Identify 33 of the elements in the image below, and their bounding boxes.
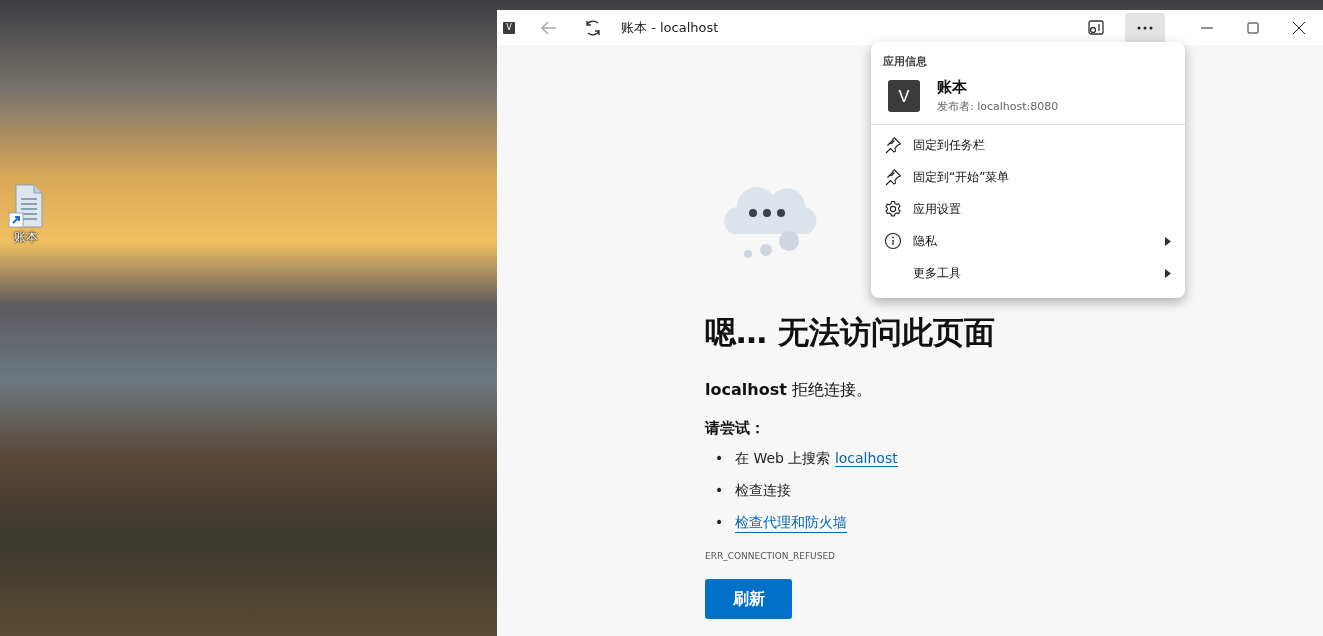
suggestion-text: 在 Web 上搜索 localhost	[735, 450, 898, 468]
error-heading: 嗯… 无法访问此页面	[705, 313, 995, 352]
info-icon	[884, 232, 902, 250]
bullet: •	[715, 514, 725, 532]
document-shortcut-icon[interactable]	[8, 183, 44, 229]
menu-item[interactable]: 应用设置	[871, 193, 1185, 225]
app-icon: V	[888, 80, 920, 112]
refresh-icon[interactable]	[583, 17, 603, 38]
settings-icon	[884, 200, 902, 218]
suggestions-label: 请尝试：	[705, 419, 765, 438]
maximize-icon[interactable]	[1247, 21, 1259, 34]
menu-item[interactable]: 隐私	[871, 225, 1185, 257]
app-name: 账本	[937, 78, 968, 97]
suggestion-link[interactable]: 检查代理和防火墙	[735, 514, 847, 533]
more-icon	[1137, 25, 1153, 30]
menu-heading: 应用信息	[882, 54, 928, 69]
publisher-text: 发布者: localhost:8080	[937, 99, 1059, 114]
app-icon: V	[503, 21, 515, 34]
menu-item[interactable]: 固定到“开始”菜单	[871, 161, 1185, 193]
menu-item[interactable]: 更多工具	[871, 257, 1185, 289]
app-available-icon[interactable]	[1087, 18, 1105, 37]
pin-icon	[884, 168, 902, 186]
error-code: ERR_CONNECTION_REFUSED	[705, 551, 835, 561]
bullet: •	[715, 450, 725, 468]
refresh-button[interactable]: 刷新	[705, 579, 792, 619]
pin-icon	[884, 136, 902, 154]
search-link[interactable]: localhost	[834, 450, 898, 467]
bullet: •	[715, 482, 725, 500]
error-message: localhost 拒绝连接。	[705, 380, 872, 401]
suggestion-text: 检查连接	[735, 482, 791, 500]
window-title: 账本 - localhost	[621, 18, 719, 37]
menu-item[interactable]: 固定到任务栏	[871, 129, 1185, 161]
close-icon[interactable]	[1293, 21, 1305, 34]
